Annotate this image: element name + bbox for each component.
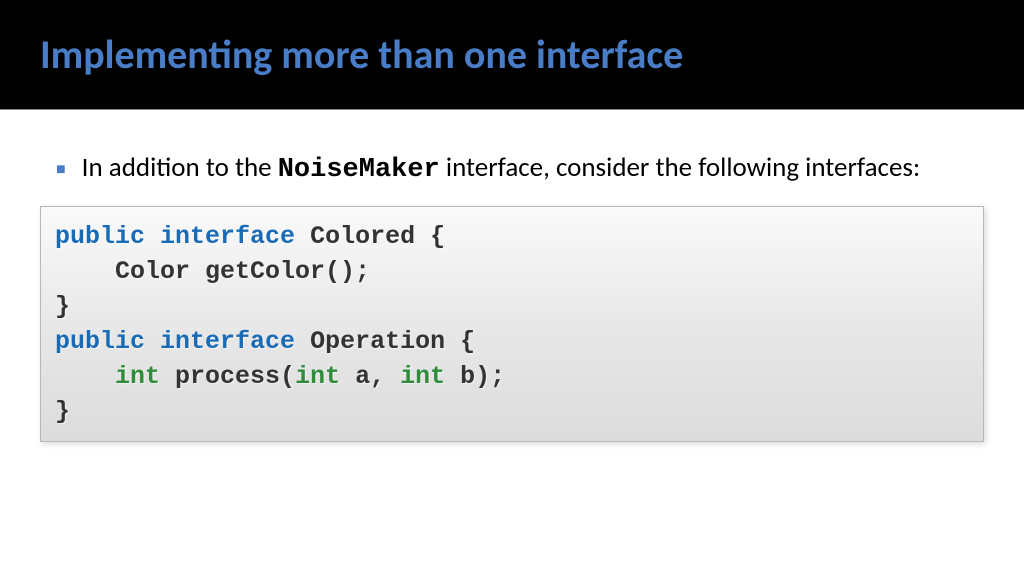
slide-content: ■ In addition to the NoiseMaker interfac… [0, 110, 1024, 442]
slide-title: Implementing more than one interface [40, 30, 683, 79]
bullet-text: In addition to the NoiseMaker interface,… [82, 150, 921, 188]
code-line-6: int process(int a, int b); [55, 359, 969, 394]
code-line-2: Color getColor(); [55, 254, 969, 289]
slide-header: Implementing more than one interface [0, 0, 1024, 110]
bullet-code-term: NoiseMaker [278, 155, 440, 185]
code-line-1: public interface Colored { [55, 219, 969, 254]
code-line-7: } [55, 394, 969, 429]
bullet-post: interface, consider the following interf… [440, 151, 920, 184]
bullet-marker: ■ [56, 160, 66, 179]
bullet-item: ■ In addition to the NoiseMaker interfac… [40, 150, 984, 188]
bullet-pre: In addition to the [82, 151, 278, 184]
code-box: public interface Colored { Color getColo… [40, 206, 984, 442]
code-line-3: } [55, 289, 969, 324]
code-line-5: public interface Operation { [55, 324, 969, 359]
